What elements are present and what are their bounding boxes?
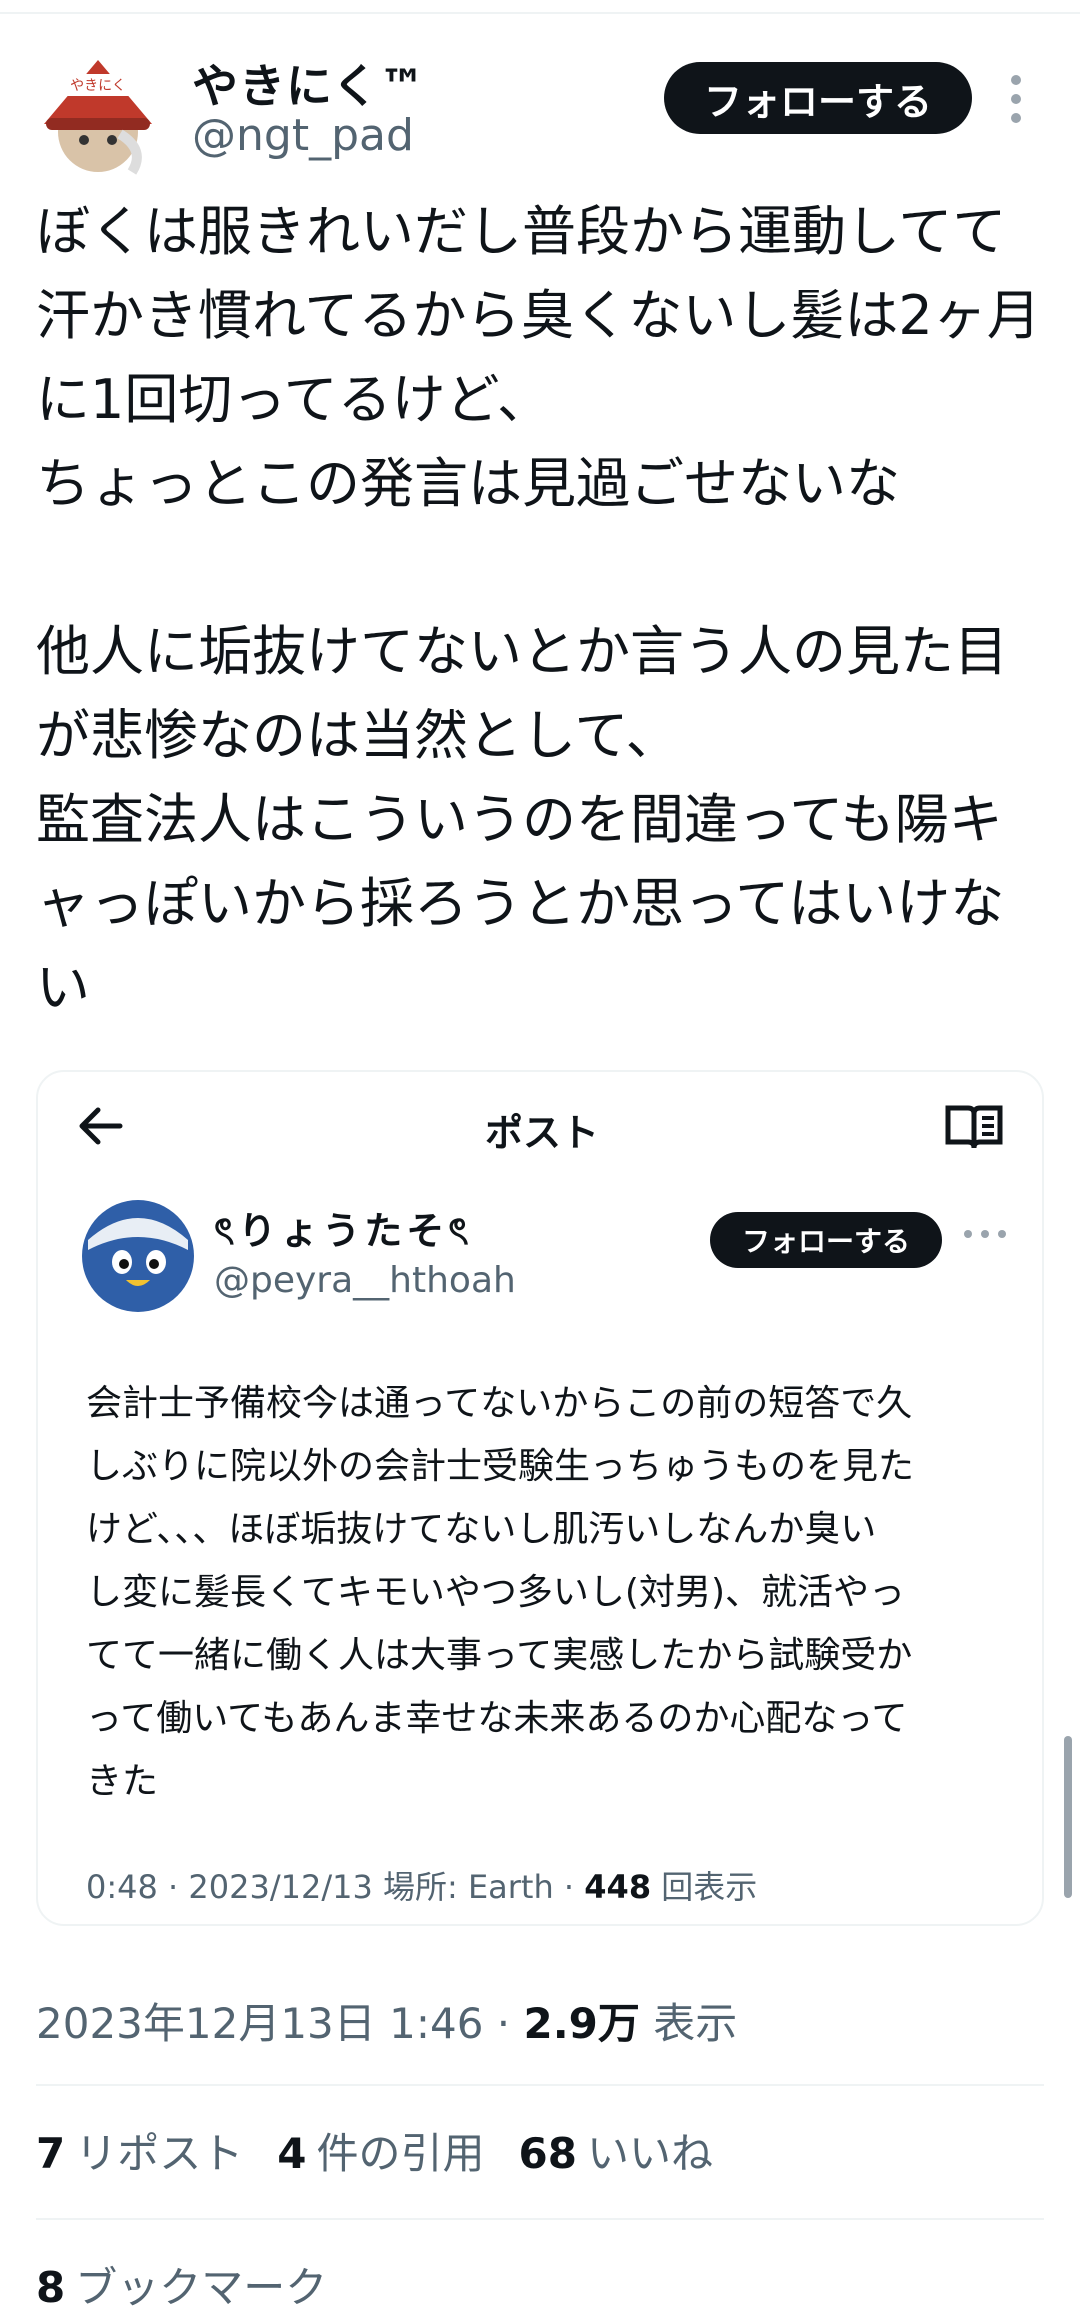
reader-book-icon: [945, 1105, 1003, 1149]
quoted-author-avatar: [82, 1200, 194, 1312]
bookmarks-stat[interactable]: 8 ブックマーク: [36, 2254, 327, 2315]
author-avatar[interactable]: やきにく: [36, 54, 160, 178]
likes-stat[interactable]: 68 いいね: [519, 2120, 713, 2181]
likes-label: いいね: [586, 2129, 713, 2178]
quoted-author-handle: @peyra__hthoah: [214, 1260, 516, 1301]
quotes-label: 件の引用: [316, 2129, 485, 2178]
quotes-stat[interactable]: 4 件の引用: [277, 2120, 484, 2181]
quoted-post-text: 会計士予備校今は通ってないからこの前の短答で久 しぶりに院以外の会計士受験生っち…: [86, 1383, 915, 1802]
more-horizontal-icon: [964, 1230, 1006, 1238]
likes-count: 68: [518, 2129, 577, 2178]
quoted-views-label: 回表示: [651, 1868, 758, 1906]
quoted-meta-prefix: 0:48 · 2023/12/13 場所: Earth ·: [86, 1868, 585, 1906]
quoted-author-name: ৎりょうたそৎ: [214, 1209, 473, 1253]
follow-button[interactable]: フォローする: [664, 62, 972, 134]
author-handle[interactable]: @ngt_pad: [192, 110, 414, 161]
quoted-follow-button: フォローする: [710, 1212, 942, 1268]
quoted-view-count: 448: [584, 1868, 652, 1906]
bookmarks-count: 8: [36, 2263, 66, 2312]
tweet-views-label: 表示: [639, 1999, 738, 2048]
top-divider: [0, 12, 1080, 14]
tweet-view-count: 2.9万: [523, 1999, 640, 2048]
engagement-stats: 7 リポスト 4 件の引用 68 いいね: [36, 2120, 713, 2181]
bookmarks-label: ブックマーク: [75, 2263, 328, 2312]
tweet-text: ぼくは服きれいだし普段から運動してて 汗かき慣れてるから臭くないし髪は2ヶ月 に…: [36, 200, 1041, 1019]
tweet-date: 2023年12月13日 1:46 ·: [36, 1999, 524, 2048]
tweet-meta: 2023年12月13日 1:46 · 2.9万 表示: [36, 1990, 737, 2051]
scrollbar[interactable]: [1064, 1736, 1072, 1898]
more-vertical-icon[interactable]: [1010, 74, 1022, 124]
divider: [36, 2084, 1044, 2086]
quoted-screen-title: ポスト: [484, 1111, 599, 1155]
reposts-count: 7: [36, 2129, 66, 2178]
divider: [36, 2218, 1044, 2220]
quoted-post-card[interactable]: ポスト ৎりょうたそৎ @peyra__hthoah フォローする 会計士予備校…: [36, 1070, 1044, 1926]
reposts-label: リポスト: [75, 2129, 244, 2178]
quoted-post-meta: 0:48 · 2023/12/13 場所: Earth · 448 回表示: [86, 1862, 757, 1908]
quotes-count: 4: [277, 2129, 307, 2178]
reposts-stat[interactable]: 7 リポスト: [36, 2120, 243, 2181]
author-name[interactable]: やきにく™: [192, 50, 426, 116]
svg-text:やきにく: やきにく: [70, 78, 126, 94]
